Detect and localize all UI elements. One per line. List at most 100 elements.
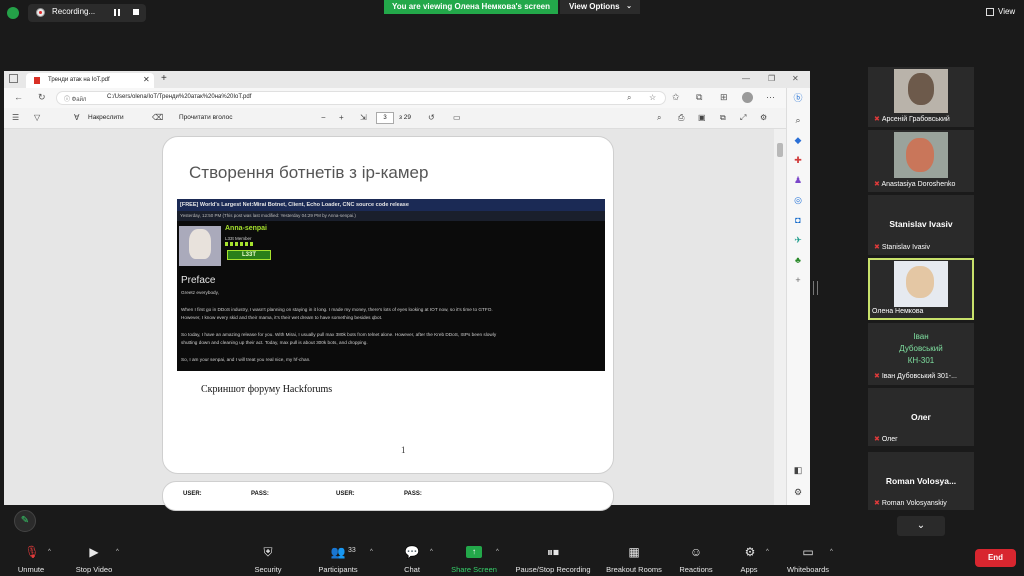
whiteboards-options-caret[interactable]: ^ [830, 549, 833, 555]
pdf-scrollbar[interactable] [774, 129, 786, 505]
participant-name: ✖ Stanislav Ivasiv [874, 243, 930, 251]
save-as-icon[interactable]: ⧉ [720, 113, 726, 123]
view-button[interactable]: View [998, 7, 1015, 16]
share-screen-button[interactable]: Share Screen [446, 565, 502, 574]
participant-tile[interactable]: Олег ✖ Олег [868, 388, 974, 446]
drop-icon[interactable]: ✈ [792, 234, 804, 246]
close-window-icon[interactable]: ✕ [792, 74, 799, 83]
minimize-icon[interactable]: — [742, 74, 750, 83]
whiteboard-icon[interactable]: ▭ [798, 545, 818, 559]
rotate-icon[interactable]: ↺ [428, 113, 435, 122]
zoom-out-icon[interactable]: − [321, 113, 326, 122]
share-options-caret[interactable]: ^ [496, 549, 499, 555]
read-aloud-button[interactable]: Прочитати вголос [179, 114, 232, 121]
highlight-icon[interactable]: ▽ [34, 113, 40, 122]
games-icon[interactable]: ♟ [792, 174, 804, 186]
participants-button[interactable]: Participants [312, 565, 364, 574]
video-camera-icon[interactable]: ▶ [84, 545, 104, 559]
encryption-shield-icon[interactable] [7, 7, 19, 19]
chat-button[interactable]: Chat [392, 565, 432, 574]
chat-bubble-icon[interactable]: 💬 [402, 545, 422, 559]
video-options-caret[interactable]: ^ [116, 549, 119, 555]
audio-options-caret[interactable]: ^ [48, 549, 51, 555]
add-app-icon[interactable]: + [792, 274, 804, 286]
copilot-icon[interactable]: ⓑ [792, 92, 804, 104]
share-screen-icon[interactable]: ↑ [466, 546, 482, 558]
participant-name-text: Іван Дубовський 301-... [881, 373, 957, 380]
participant-tile-active-speaker[interactable]: Олена Немкова [868, 258, 974, 320]
search-icon[interactable]: ⌕ [792, 114, 804, 126]
stop-video-button[interactable]: Stop Video [66, 565, 122, 574]
zoom-icon[interactable]: ⌕ [627, 93, 631, 103]
participant-tile[interactable]: Іван Дубовський КН-301 ✖ Іван Дубовський… [868, 323, 974, 385]
breakout-rooms-button[interactable]: Breakout Rooms [600, 565, 668, 574]
save-icon[interactable]: ▣ [698, 113, 706, 122]
favorites-icon[interactable]: ✩ [672, 92, 680, 103]
refresh-icon[interactable]: ↻ [38, 92, 46, 103]
apps-options-caret[interactable]: ^ [766, 549, 769, 555]
close-tab-icon[interactable]: ✕ [143, 75, 150, 84]
participant-tile[interactable]: ✖ Арсеній Грабовський [868, 67, 974, 127]
more-menu-icon[interactable]: ⋯ [766, 92, 775, 103]
pdf-toolbar: ☰ ▽ ∀ Накреслити ⌫ Прочитати вголос − + … [4, 108, 810, 129]
collections-icon[interactable]: ⧉ [696, 92, 702, 103]
reactions-button[interactable]: Reactions [674, 565, 718, 574]
shopping-icon[interactable]: ◆ [792, 134, 804, 146]
participants-icon[interactable]: 👥 [328, 545, 348, 559]
address-bar[interactable]: ⓘ Файл C:/Users/olena/IoT/Тренди%20атак%… [56, 91, 666, 105]
search-icon[interactable]: ⌕ [657, 113, 661, 123]
tab-actions-icon[interactable] [9, 74, 18, 83]
favorite-star-icon[interactable]: ☆ [649, 93, 656, 102]
microsoft365-icon[interactable]: ◎ [792, 194, 804, 206]
panel-resize-handle[interactable] [813, 281, 818, 295]
maximize-icon[interactable]: ❐ [768, 74, 775, 83]
tools-icon[interactable]: ✚ [792, 154, 804, 166]
profile-avatar[interactable] [742, 92, 753, 103]
new-tab-button[interactable]: + [161, 73, 167, 84]
tree-icon[interactable]: ♣ [792, 254, 804, 266]
pause-stop-recording-button[interactable]: Pause/Stop Recording [510, 565, 596, 574]
sidebar-toggle-icon[interactable]: ◧ [792, 464, 804, 476]
outlook-icon[interactable]: ◘ [792, 214, 804, 226]
scroll-participants-down-button[interactable]: ⌄ [897, 516, 945, 536]
unmute-button[interactable]: Unmute [8, 565, 54, 574]
draw-label[interactable]: Накреслити [88, 114, 124, 121]
reactions-emoji-icon[interactable]: ☺ [686, 545, 706, 559]
draw-icon[interactable]: ∀ [74, 113, 79, 122]
zoom-in-icon[interactable]: + [339, 113, 344, 122]
tab-pdf[interactable]: Тренди атак на IoT.pdf ✕ [26, 73, 154, 88]
security-button[interactable]: Security [246, 565, 290, 574]
url-text[interactable]: C:/Users/olena/IoT/Тренди%20атак%20на%20… [107, 94, 251, 100]
file-info-icon[interactable]: ⓘ Файл [64, 94, 86, 103]
breakout-rooms-icon[interactable]: ▦ [624, 545, 644, 559]
unmute-mic-icon[interactable]: 🎙 [22, 545, 42, 559]
participant-tile[interactable]: Roman Volosya... ✖ Roman Volosyanskiy [868, 452, 974, 510]
whiteboards-button[interactable]: Whiteboards [780, 565, 836, 574]
apps-icon[interactable]: ⚙ [740, 545, 760, 559]
participants-options-caret[interactable]: ^ [370, 549, 373, 555]
contents-icon[interactable]: ☰ [12, 113, 19, 122]
grid-view-icon[interactable] [986, 8, 994, 16]
stop-recording-icon[interactable] [133, 9, 139, 15]
sidebar-settings-icon[interactable]: ⚙ [792, 486, 804, 498]
fit-page-icon[interactable]: ⇲ [360, 113, 367, 122]
settings-gear-icon[interactable]: ⚙ [760, 113, 767, 122]
page-view-icon[interactable]: ▭ [453, 113, 461, 122]
apps-button[interactable]: Apps [732, 565, 766, 574]
page-number-input[interactable]: 3 [376, 112, 394, 124]
erase-icon[interactable]: ⌫ [152, 113, 163, 122]
end-meeting-button[interactable]: End [975, 549, 1016, 567]
participant-tile[interactable]: ✖ Anastasiya Doroshenko [868, 130, 974, 192]
annotate-pen-button[interactable]: ✎ [14, 510, 36, 532]
view-options-button[interactable]: View Options ⌄ [560, 0, 640, 14]
pause-recording-icon[interactable] [114, 9, 120, 16]
fullscreen-icon[interactable]: ⤢ [740, 113, 746, 123]
security-shield-icon[interactable]: ⛨ [258, 545, 278, 560]
extensions-icon[interactable]: ⊞ [720, 92, 728, 103]
print-icon[interactable]: ⎙ [678, 113, 684, 123]
participant-tile[interactable]: Stanislav Ivasiv ✖ Stanislav Ivasiv [868, 195, 974, 255]
pause-stop-recording-icon[interactable]: ⏸⏹ [536, 545, 570, 560]
back-icon[interactable]: ← [14, 92, 23, 102]
scrollbar-thumb[interactable] [777, 143, 783, 157]
chat-options-caret[interactable]: ^ [430, 549, 433, 555]
